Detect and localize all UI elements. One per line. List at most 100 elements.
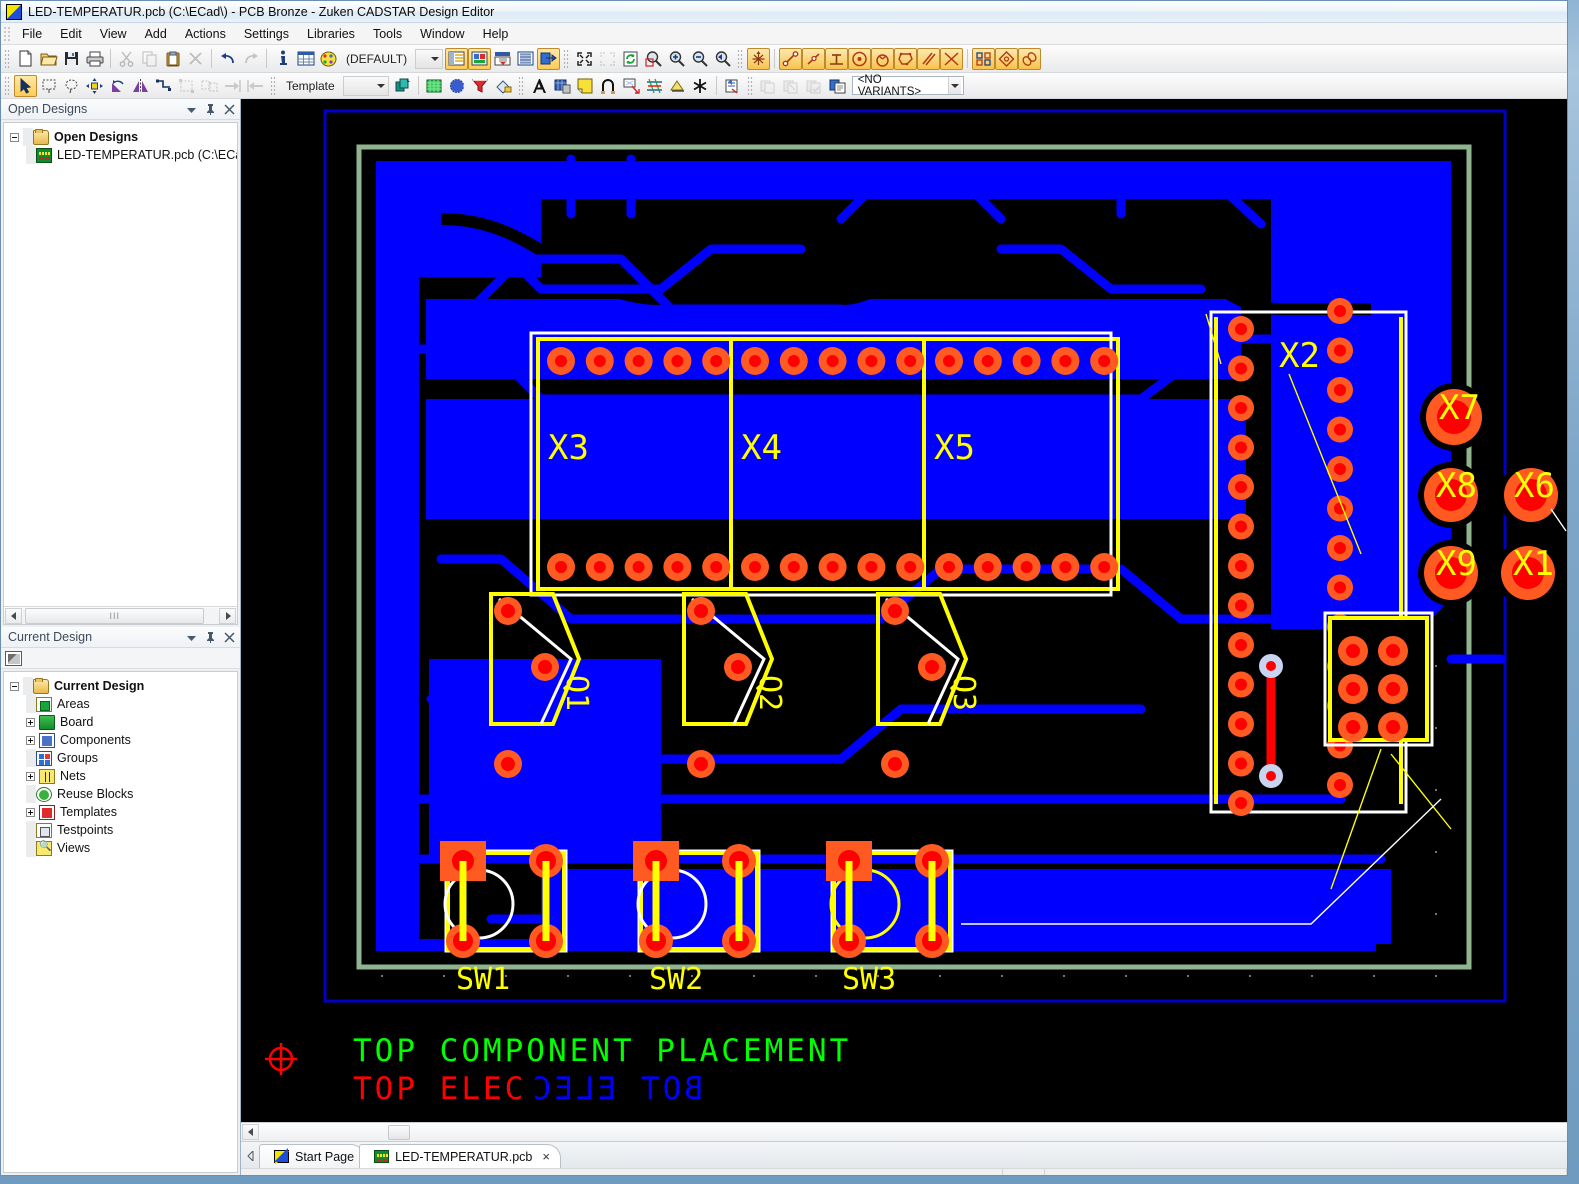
add-shape-button[interactable] — [894, 48, 917, 70]
menu-item-add[interactable]: Add — [136, 25, 176, 43]
toggle-dock-button[interactable] — [537, 48, 560, 70]
menu-item-tools[interactable]: Tools — [364, 25, 411, 43]
menu-item-window[interactable]: Window — [411, 25, 473, 43]
toolbar-grip[interactable] — [4, 76, 11, 96]
add-via-button[interactable] — [871, 48, 894, 70]
new-file-button[interactable] — [14, 48, 37, 70]
save-file-button[interactable] — [60, 48, 83, 70]
scroll-right-button[interactable] — [219, 608, 236, 624]
zoom-previous-button[interactable] — [711, 48, 734, 70]
ungroup-button[interactable] — [198, 75, 221, 97]
net-highlight-button[interactable] — [643, 75, 666, 97]
tree-item-views[interactable]: Views — [10, 839, 237, 857]
close-x-icon[interactable] — [221, 629, 238, 646]
template-combo[interactable] — [343, 76, 389, 96]
tree-item-led-temperatur-pcb[interactable]: LED-TEMPERATUR.pcb (C:\ECad — [10, 146, 237, 164]
add-testpoint-button[interactable] — [825, 48, 848, 70]
collapse-expander-icon[interactable] — [10, 133, 19, 142]
snap-left-button[interactable] — [244, 75, 267, 97]
colours-button[interactable] — [317, 48, 340, 70]
tree-root-open-designs[interactable]: Open Designs — [10, 128, 237, 146]
delete-button[interactable] — [184, 48, 207, 70]
autoroute-button[interactable] — [747, 48, 770, 70]
add-slot-button[interactable] — [597, 75, 620, 97]
toggle-workspace-button[interactable] — [445, 48, 468, 70]
canvas-scroll-left-button[interactable] — [242, 1124, 259, 1140]
mirror-button[interactable] — [129, 75, 152, 97]
toggle-preview-button[interactable] — [468, 48, 491, 70]
toggle-hatch-button[interactable] — [514, 48, 537, 70]
tree-item-groups[interactable]: Groups — [10, 749, 237, 767]
pushpin-icon[interactable] — [202, 629, 219, 646]
tree-root-current-design[interactable]: Current Design — [10, 677, 237, 695]
menu-item-settings[interactable]: Settings — [235, 25, 298, 43]
tree-item-reuse-blocks[interactable]: Reuse Blocks — [10, 785, 237, 803]
tree-item-nets[interactable]: Nets — [10, 767, 237, 785]
pushpin-icon[interactable] — [202, 101, 219, 118]
funnel-area-button[interactable] — [469, 75, 492, 97]
toolbar-grip[interactable] — [747, 76, 754, 96]
variant-apply-button[interactable] — [803, 75, 826, 97]
print-button[interactable] — [83, 48, 106, 70]
menu-grip[interactable] — [3, 26, 11, 42]
group-button[interactable] — [175, 75, 198, 97]
tree-item-templates[interactable]: Templates — [10, 803, 237, 821]
zoom-out-button[interactable] — [688, 48, 711, 70]
expand-expander-icon[interactable] — [26, 808, 35, 817]
zoom-window-button[interactable] — [642, 48, 665, 70]
circle-area-button[interactable] — [446, 75, 469, 97]
snap-right-button[interactable] — [221, 75, 244, 97]
variant-manage-button[interactable] — [826, 75, 849, 97]
pcb-canvas[interactable]: X3 X4 X5 X2 — [241, 99, 1567, 1122]
cut-button[interactable] — [115, 48, 138, 70]
copy-button[interactable] — [138, 48, 161, 70]
tab-prev-arrow-icon[interactable] — [243, 1144, 259, 1168]
redraw-button[interactable] — [619, 48, 642, 70]
toolbar-grip[interactable] — [270, 76, 277, 96]
scroll-thumb[interactable]: III — [25, 608, 204, 624]
delete-segment-button[interactable] — [940, 48, 963, 70]
chevron-down-icon[interactable] — [183, 629, 200, 646]
variant-copy-button[interactable] — [757, 75, 780, 97]
add-parallel-button[interactable] — [917, 48, 940, 70]
paste-button[interactable] — [161, 48, 184, 70]
add-route-button[interactable] — [779, 48, 802, 70]
paint-area-button[interactable] — [492, 75, 515, 97]
menu-item-file[interactable]: File — [13, 25, 51, 43]
add-text-button[interactable] — [528, 75, 551, 97]
toolbar-grip[interactable] — [737, 49, 744, 69]
move-button[interactable] — [83, 75, 106, 97]
menu-item-view[interactable]: View — [91, 25, 136, 43]
star-tool-button[interactable] — [689, 75, 712, 97]
canvas-horizontal-scrollbar[interactable] — [241, 1122, 1567, 1141]
chevron-down-icon[interactable] — [183, 101, 200, 118]
select-arrow-button[interactable] — [14, 75, 37, 97]
scroll-left-button[interactable] — [5, 608, 22, 624]
expand-expander-icon[interactable] — [26, 718, 35, 727]
lasso-select-button[interactable] — [60, 75, 83, 97]
panel-layout-button[interactable] — [972, 48, 995, 70]
close-x-icon[interactable] — [221, 101, 238, 118]
add-dimension-button[interactable] — [551, 75, 574, 97]
chain-button[interactable] — [1018, 48, 1041, 70]
add-callout-button[interactable] — [620, 75, 643, 97]
add-pad-button[interactable] — [848, 48, 871, 70]
tab-start-page[interactable]: Start Page — [259, 1144, 365, 1168]
reroute-button[interactable] — [152, 75, 175, 97]
grid-button[interactable] — [294, 48, 317, 70]
menu-item-help[interactable]: Help — [474, 25, 518, 43]
zoom-selection-button[interactable] — [596, 48, 619, 70]
align-button[interactable] — [995, 48, 1018, 70]
expand-expander-icon[interactable] — [26, 772, 35, 781]
rotate-button[interactable] — [106, 75, 129, 97]
info-button[interactable] — [271, 48, 294, 70]
toggle-layers-button[interactable] — [491, 48, 514, 70]
zoom-in-button[interactable] — [665, 48, 688, 70]
tab-led-temperatur-pcb[interactable]: LED-TEMPERATUR.pcb × — [359, 1144, 561, 1168]
open-file-button[interactable] — [37, 48, 60, 70]
close-tab-button[interactable]: × — [542, 1149, 550, 1164]
variant-paste-button[interactable] — [780, 75, 803, 97]
tree-item-testpoints[interactable]: Testpoints — [10, 821, 237, 839]
tree-item-components[interactable]: Components — [10, 731, 237, 749]
tree-item-areas[interactable]: Areas — [10, 695, 237, 713]
